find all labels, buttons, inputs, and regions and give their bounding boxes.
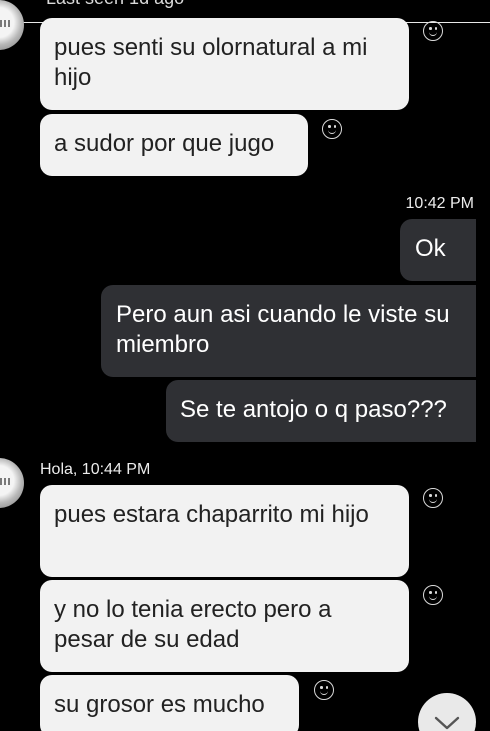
message-text: Se te antojo o q paso??? [180,396,447,423]
smiley-reaction-icon[interactable] [423,585,443,605]
incoming-message[interactable]: su grosor es mucho [40,675,299,731]
message-text: su grosor es mucho [54,691,265,718]
smiley-reaction-icon[interactable] [314,680,334,700]
incoming-message[interactable]: y no lo tenia erecto pero a pesar de su … [40,580,409,672]
message-text: Ok [415,235,446,262]
last-seen-text: Last seen 1d ago [46,0,184,9]
incoming-message[interactable]: pues senti su olornatural a mi hijo [40,18,409,110]
message-text: y no lo tenia erecto pero a pesar de su … [54,596,332,653]
message-text: a sudor por que jugo [54,130,275,157]
message-timestamp: 10:42 PM [405,195,474,212]
outgoing-message[interactable]: Pero aun asi cuando le viste su miembro [101,285,476,377]
incoming-message[interactable]: pues estara chaparrito mi hijo [40,485,409,577]
message-text: pues estara chaparrito mi hijo [54,501,369,528]
smiley-reaction-icon[interactable] [423,488,443,508]
outgoing-message[interactable]: Se te antojo o q paso??? [166,380,476,442]
chat-screen: Last seen 1d ago pues senti su olornatur… [0,0,490,731]
message-text: pues senti su olornatural a mi hijo [54,34,368,91]
scroll-to-bottom-button[interactable] [418,693,476,731]
contact-avatar[interactable] [0,458,24,508]
smiley-reaction-icon[interactable] [423,21,443,41]
smiley-reaction-icon[interactable] [322,119,342,139]
chevron-down-icon [434,716,460,730]
incoming-message[interactable]: a sudor por que jugo [40,114,308,176]
sender-and-time: Hola, 10:44 PM [40,461,151,478]
message-text: Pero aun asi cuando le viste su miembro [116,301,450,358]
outgoing-message[interactable]: Ok [400,219,476,281]
